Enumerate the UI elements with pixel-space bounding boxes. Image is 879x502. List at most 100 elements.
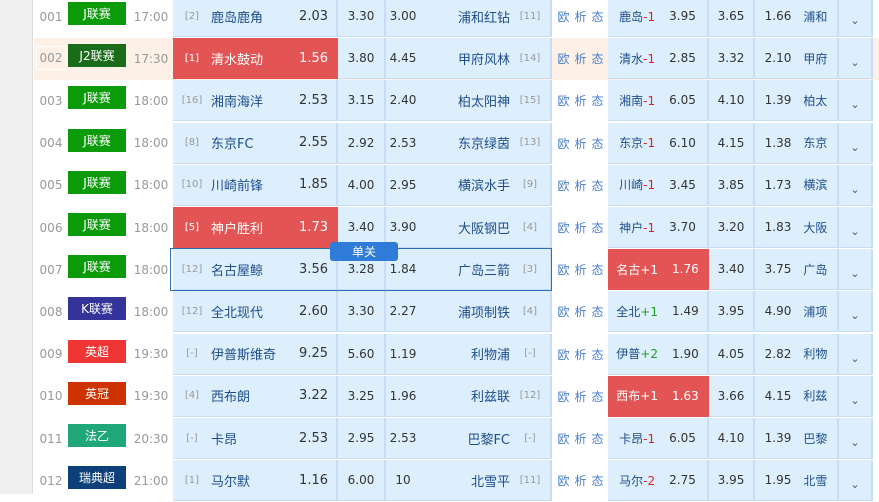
home-win-odds-button[interactable]: [-] 伊普斯维奇 9.25 xyxy=(173,333,338,375)
draw-odds-button[interactable]: 3.80 xyxy=(338,38,386,80)
match-number[interactable]: 003 xyxy=(36,80,66,121)
match-number[interactable]: 002 xyxy=(36,46,66,71)
form-link[interactable]: 态 xyxy=(592,50,604,67)
odds-link[interactable]: 欧 xyxy=(557,177,569,194)
home-win-odds-button[interactable]: [10] 川崎前锋 1.85 xyxy=(173,164,338,206)
home-win-odds-button[interactable]: [16] 湘南海洋 2.53 xyxy=(173,80,338,122)
handicap-draw-button[interactable]: 4.10 xyxy=(709,80,755,122)
odds-link[interactable]: 欧 xyxy=(557,261,569,278)
handicap-win-button[interactable]: 马尔-2 2.75 xyxy=(608,460,709,502)
away-team-cell[interactable]: 广岛三箭 [3] xyxy=(420,249,552,291)
handicap-loss-button[interactable]: 1.39 柏太 xyxy=(755,80,839,122)
handicap-draw-button[interactable]: 3.95 xyxy=(709,460,755,502)
analysis-link[interactable]: 析 xyxy=(574,430,586,447)
handicap-loss-button[interactable]: 1.83 大阪 xyxy=(755,207,839,248)
handicap-draw-button[interactable]: 3.66 xyxy=(709,375,755,417)
draw-odds-button[interactable]: 2.95 xyxy=(338,418,386,459)
handicap-draw-button[interactable]: 4.10 xyxy=(709,418,755,459)
form-link[interactable]: 态 xyxy=(592,219,604,236)
league-badge[interactable]: K联赛 xyxy=(68,297,126,321)
away-team-cell[interactable]: 浦和红钻 [11] xyxy=(420,0,552,37)
handicap-win-button[interactable]: 川崎-1 3.45 xyxy=(608,164,709,206)
match-number[interactable]: 010 xyxy=(36,376,66,417)
analysis-link[interactable]: 析 xyxy=(574,303,586,320)
handicap-win-button[interactable]: 伊普+2 1.90 xyxy=(608,333,709,375)
form-link[interactable]: 态 xyxy=(592,261,604,278)
league-badge[interactable]: J2联赛 xyxy=(68,44,126,68)
handicap-draw-button[interactable]: 3.65 xyxy=(709,0,755,37)
expand-chevron-icon[interactable]: ⌄ xyxy=(839,375,873,417)
handicap-draw-button[interactable]: 4.15 xyxy=(709,122,755,164)
analysis-link[interactable]: 析 xyxy=(574,261,586,278)
away-win-odds-button[interactable]: 2.53 xyxy=(386,122,420,164)
expand-chevron-icon[interactable]: ⌄ xyxy=(839,291,873,333)
away-team-cell[interactable]: 巴黎FC [-] xyxy=(420,418,552,459)
handicap-loss-button[interactable]: 2.82 利物 xyxy=(755,333,839,375)
handicap-win-button[interactable]: 名古+1 1.76 xyxy=(608,249,709,291)
form-link[interactable]: 态 xyxy=(592,8,604,25)
odds-link[interactable]: 欧 xyxy=(557,8,569,25)
league-badge[interactable]: J联赛 xyxy=(68,255,126,279)
handicap-draw-button[interactable]: 3.95 xyxy=(709,291,755,333)
analysis-link[interactable]: 析 xyxy=(574,135,586,152)
handicap-win-button[interactable]: 卡昂-1 6.05 xyxy=(608,418,709,459)
match-number[interactable]: 004 xyxy=(36,123,66,164)
expand-chevron-icon[interactable]: ⌄ xyxy=(839,460,873,502)
handicap-loss-button[interactable]: 1.73 横滨 xyxy=(755,164,839,206)
away-win-odds-button[interactable]: 2.40 xyxy=(386,80,420,122)
away-win-odds-button[interactable]: 4.45 xyxy=(386,38,420,80)
odds-link[interactable]: 欧 xyxy=(557,92,569,109)
league-badge[interactable]: J联赛 xyxy=(68,2,126,25)
expand-chevron-icon[interactable]: ⌄ xyxy=(839,122,873,164)
draw-odds-button[interactable]: 5.60 xyxy=(338,333,386,375)
analysis-link[interactable]: 析 xyxy=(574,346,586,363)
form-link[interactable]: 态 xyxy=(592,472,604,489)
home-win-odds-button[interactable]: [-] 卡昂 2.53 xyxy=(173,418,338,459)
form-link[interactable]: 态 xyxy=(592,303,604,320)
league-badge[interactable]: J联赛 xyxy=(68,213,126,236)
analysis-link[interactable]: 析 xyxy=(574,50,586,67)
analysis-link[interactable]: 析 xyxy=(574,8,586,25)
away-team-cell[interactable]: 浦项制铁 [4] xyxy=(420,291,552,333)
away-win-odds-button[interactable]: 2.95 xyxy=(386,164,420,206)
match-number[interactable]: 007 xyxy=(36,249,66,290)
handicap-loss-button[interactable]: 1.38 东京 xyxy=(755,122,839,164)
league-badge[interactable]: 英超 xyxy=(68,339,126,363)
home-win-odds-button[interactable]: [1] 清水鼓动 1.56 xyxy=(173,38,338,80)
away-win-odds-button[interactable]: 1.19 xyxy=(386,333,420,375)
odds-link[interactable]: 欧 xyxy=(557,135,569,152)
away-win-odds-button[interactable]: 3.00 xyxy=(386,0,420,37)
home-win-odds-button[interactable]: [12] 全北现代 2.60 xyxy=(173,291,338,333)
analysis-link[interactable]: 析 xyxy=(574,388,586,405)
league-badge[interactable]: 瑞典超 xyxy=(68,466,126,490)
league-badge[interactable]: J联赛 xyxy=(68,128,126,152)
handicap-draw-button[interactable]: 3.20 xyxy=(709,207,755,248)
handicap-loss-button[interactable]: 1.95 北雪 xyxy=(755,460,839,502)
draw-odds-button[interactable]: 3.30 xyxy=(338,291,386,333)
analysis-link[interactable]: 析 xyxy=(574,92,586,109)
handicap-win-button[interactable]: 鹿岛-1 3.95 xyxy=(608,0,709,37)
away-team-cell[interactable]: 大阪钢巴 [4] xyxy=(420,207,552,248)
match-number[interactable]: 001 xyxy=(36,0,66,37)
away-team-cell[interactable]: 柏太阳神 [15] xyxy=(420,80,552,122)
odds-link[interactable]: 欧 xyxy=(557,388,569,405)
away-team-cell[interactable]: 横滨水手 [9] xyxy=(420,164,552,206)
form-link[interactable]: 态 xyxy=(592,92,604,109)
odds-link[interactable]: 欧 xyxy=(557,219,569,236)
handicap-draw-button[interactable]: 3.40 xyxy=(709,249,755,291)
handicap-loss-button[interactable]: 3.75 广岛 xyxy=(755,249,839,291)
odds-link[interactable]: 欧 xyxy=(557,430,569,447)
handicap-draw-button[interactable]: 3.85 xyxy=(709,164,755,206)
handicap-loss-button[interactable]: 1.39 巴黎 xyxy=(755,418,839,459)
odds-link[interactable]: 欧 xyxy=(557,50,569,67)
match-number[interactable]: 012 xyxy=(36,460,66,501)
draw-odds-button[interactable]: 3.30 xyxy=(338,0,386,37)
draw-odds-button[interactable]: 4.00 xyxy=(338,164,386,206)
handicap-loss-button[interactable]: 4.15 利兹 xyxy=(755,375,839,417)
away-team-cell[interactable]: 北雪平 [11] xyxy=(420,460,552,502)
draw-odds-button[interactable]: 2.92 xyxy=(338,122,386,164)
form-link[interactable]: 态 xyxy=(592,177,604,194)
handicap-draw-button[interactable]: 3.32 xyxy=(709,38,755,80)
match-number[interactable]: 011 xyxy=(36,418,66,459)
home-win-odds-button[interactable]: [8] 东京FC 2.55 xyxy=(173,122,338,164)
